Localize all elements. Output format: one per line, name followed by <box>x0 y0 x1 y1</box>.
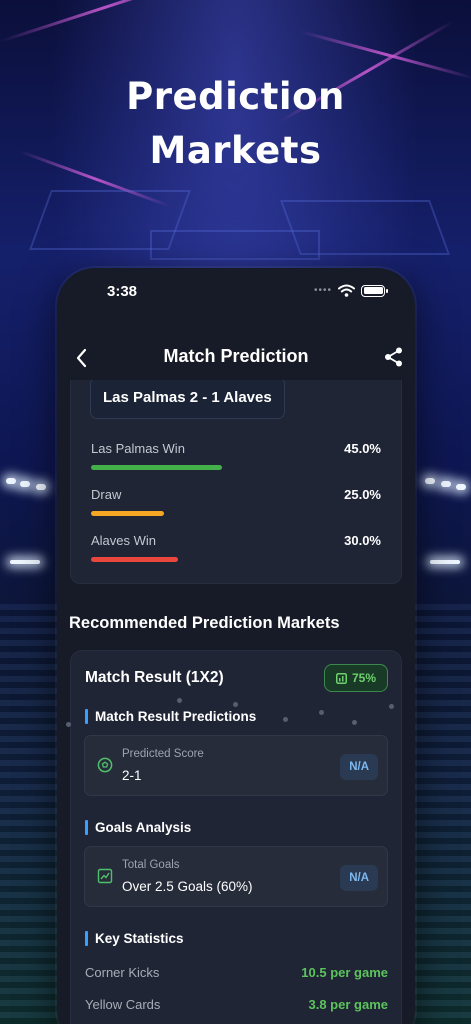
predicted-score-box: Predicted Score 2-1 N/A <box>84 735 388 796</box>
decor-dot <box>352 720 357 725</box>
soccer-ball-icon <box>97 757 113 773</box>
status-bar: 3:38 •••• <box>57 268 415 314</box>
goals-analysis-heading: Goals Analysis <box>85 820 191 835</box>
score-line: Las Palmas 2 - 1 Alaves <box>90 380 285 419</box>
total-goals-badge: N/A <box>340 865 378 891</box>
probability-row-away: Alaves Win 30.0% <box>91 533 381 563</box>
confidence-icon <box>335 672 347 684</box>
probability-bar <box>91 557 178 562</box>
total-goals-box: Total Goals Over 2.5 Goals (60%) N/A <box>84 846 388 907</box>
probability-value: 25.0% <box>344 487 381 502</box>
predicted-score-label: Predicted Score <box>122 748 204 760</box>
roof-truss <box>150 230 320 260</box>
probability-label: Las Palmas Win <box>91 441 185 456</box>
key-statistics-heading: Key Statistics <box>85 931 184 946</box>
chart-icon <box>97 868 113 884</box>
floodlight <box>430 560 460 564</box>
predicted-score-value: 2-1 <box>122 768 142 783</box>
battery-icon <box>361 284 388 297</box>
floodlight <box>10 560 40 564</box>
predicted-score-badge: N/A <box>340 754 378 780</box>
probability-bar <box>91 511 164 516</box>
floodlight <box>456 484 466 490</box>
probability-value: 45.0% <box>344 441 381 456</box>
probability-row-home: Las Palmas Win 45.0% <box>91 441 381 471</box>
stat-label: Corner Kicks <box>85 965 160 980</box>
wifi-icon <box>338 284 355 297</box>
floodlight <box>6 478 16 484</box>
decor-dot <box>319 710 324 715</box>
section-title: Recommended Prediction Markets <box>69 614 340 632</box>
probability-bar <box>91 465 222 470</box>
page-title: Match Prediction <box>163 346 309 366</box>
phone-frame: 3:38 •••• Match Prediction Las Palmas 2 … <box>57 268 415 1024</box>
hero-title-line-1: Prediction <box>126 75 345 118</box>
total-goals-value: Over 2.5 Goals (60%) <box>122 879 253 894</box>
share-icon[interactable] <box>383 346 405 368</box>
match-probability-card: Las Palmas 2 - 1 Alaves Las Palmas Win 4… <box>70 380 402 584</box>
match-result-heading: Match Result Predictions <box>85 709 256 724</box>
status-icons: •••• <box>313 284 388 297</box>
decor-dot <box>389 704 394 709</box>
probability-label: Draw <box>91 487 122 502</box>
decor-dot <box>233 702 238 707</box>
floodlight <box>20 481 30 487</box>
scroll-content[interactable]: Las Palmas 2 - 1 Alaves Las Palmas Win 4… <box>57 380 415 1024</box>
stat-value: 3.8 per game <box>308 997 389 1012</box>
decor-dot <box>283 717 288 722</box>
floodlight <box>441 481 451 487</box>
stat-value: 10.5 per game <box>301 965 388 980</box>
total-goals-label: Total Goals <box>122 859 180 871</box>
confidence-value: 75% <box>351 671 376 685</box>
decor-dot <box>66 722 71 727</box>
decor-dot <box>177 698 182 703</box>
confidence-badge: 75% <box>323 664 388 692</box>
probability-row-draw: Draw 25.0% <box>91 487 381 517</box>
stat-label: Yellow Cards <box>85 997 161 1012</box>
stat-row-yellow-cards: Yellow Cards 3.8 per game <box>85 997 388 1017</box>
floodlight <box>425 478 435 484</box>
floodlight <box>36 484 46 490</box>
hero-title-line-2: Markets <box>149 129 322 172</box>
hero-title: Prediction Markets <box>0 70 471 178</box>
nav-bar: Match Prediction <box>57 336 415 380</box>
status-time: 3:38 <box>107 283 138 300</box>
probability-value: 30.0% <box>344 533 381 548</box>
stat-row-corner-kicks: Corner Kicks 10.5 per game <box>85 965 388 985</box>
light-beam <box>0 0 210 43</box>
probability-label: Alaves Win <box>91 533 157 548</box>
signal-dots-icon: •••• <box>313 285 332 296</box>
market-title: Match Result (1X2) <box>85 669 224 686</box>
